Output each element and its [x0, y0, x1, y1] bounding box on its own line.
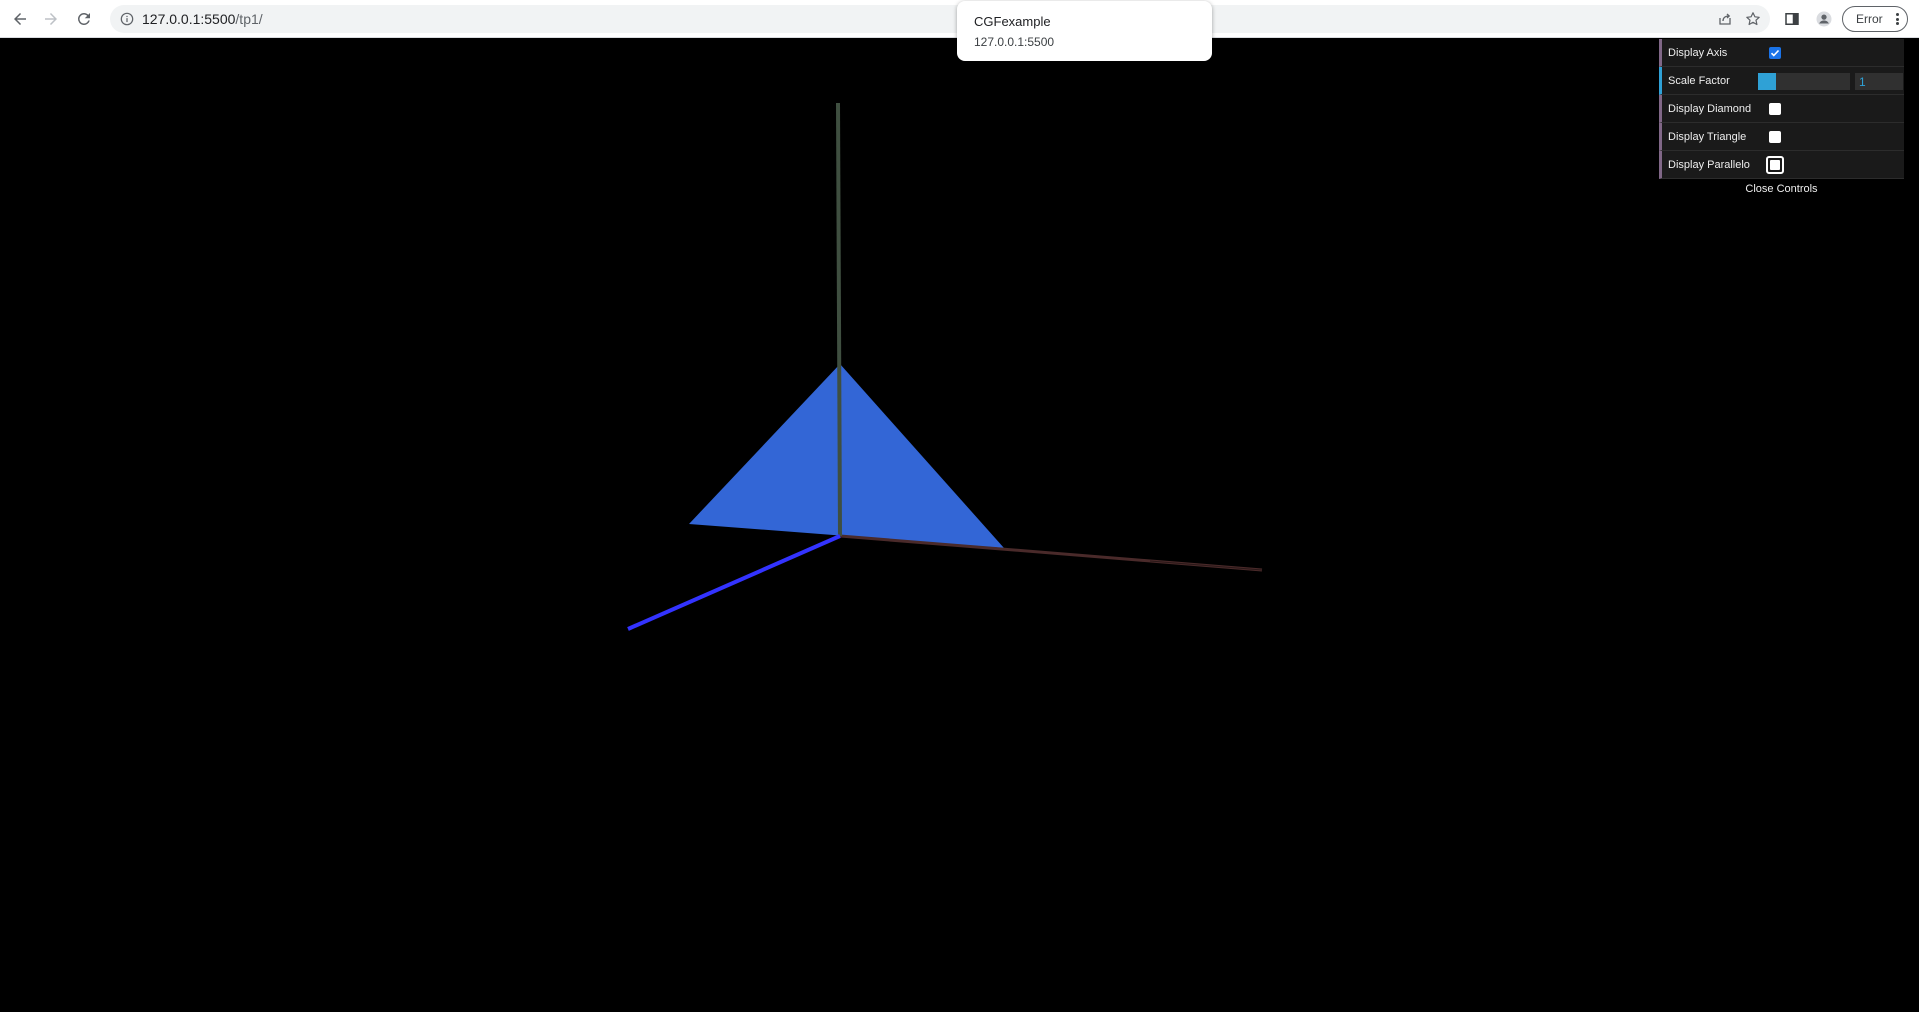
- scale-factor-slider[interactable]: [1758, 73, 1850, 90]
- share-icon[interactable]: [1716, 10, 1734, 28]
- display-axis-row[interactable]: Display Axis: [1659, 39, 1904, 67]
- display-axis-label: Display Axis: [1668, 47, 1728, 59]
- bookmark-star-icon[interactable]: [1744, 10, 1762, 28]
- scale-factor-slider-fill: [1758, 73, 1777, 90]
- reload-button[interactable]: [72, 7, 96, 31]
- forward-button[interactable]: [39, 7, 63, 31]
- avatar-icon: [1816, 11, 1832, 27]
- error-label: Error: [1856, 12, 1883, 26]
- reload-icon: [77, 12, 90, 25]
- display-parallelo-label: Display Parallelo: [1668, 159, 1750, 171]
- display-triangle-checkbox[interactable]: [1769, 131, 1781, 143]
- checkmark-icon: [1770, 49, 1780, 57]
- display-diamond-label: Display Diamond: [1668, 103, 1752, 115]
- arrow-right-icon: [45, 13, 57, 25]
- webgl-canvas[interactable]: [0, 39, 1919, 1007]
- display-triangle-label: Display Triangle: [1668, 131, 1747, 143]
- scale-factor-input[interactable]: 1: [1855, 73, 1903, 90]
- url-host: 127.0.0.1:5500: [142, 11, 236, 27]
- profile-button[interactable]: [1812, 7, 1836, 31]
- side-panel-icon: [1785, 13, 1799, 25]
- y-axis: [836, 102, 842, 537]
- url-text: 127.0.0.1:5500/tp1/: [142, 11, 263, 27]
- close-controls-button[interactable]: Close Controls: [1659, 179, 1904, 199]
- url-path: /tp1/: [235, 11, 263, 27]
- profile-error-chip[interactable]: Error: [1842, 6, 1908, 32]
- display-triangle-row[interactable]: Display Triangle: [1659, 123, 1904, 151]
- tab-title: CGFexample: [974, 14, 1051, 29]
- display-diamond-checkbox[interactable]: [1769, 103, 1781, 115]
- display-parallelo-checkbox[interactable]: [1766, 156, 1784, 174]
- display-parallelo-row[interactable]: Display Parallelo: [1659, 151, 1904, 179]
- scale-factor-row[interactable]: Scale Factor 1: [1659, 67, 1904, 95]
- scale-factor-label: Scale Factor: [1668, 75, 1730, 87]
- gui-controls-panel: Display Axis Scale Factor 1 Display Diam…: [1659, 39, 1904, 199]
- kebab-menu-icon[interactable]: [1893, 11, 1901, 27]
- display-diamond-row[interactable]: Display Diamond: [1659, 95, 1904, 123]
- triangle-shape: [689, 364, 1004, 548]
- x-axis-tip: [1149, 560, 1263, 571]
- arrow-left-icon: [14, 13, 26, 25]
- side-panel-button[interactable]: [1780, 7, 1804, 31]
- site-info-icon[interactable]: [119, 11, 135, 27]
- address-bar[interactable]: 127.0.0.1:5500/tp1/: [110, 5, 1770, 33]
- z-axis: [627, 534, 841, 631]
- back-button[interactable]: [8, 7, 32, 31]
- display-axis-checkbox[interactable]: [1769, 47, 1781, 59]
